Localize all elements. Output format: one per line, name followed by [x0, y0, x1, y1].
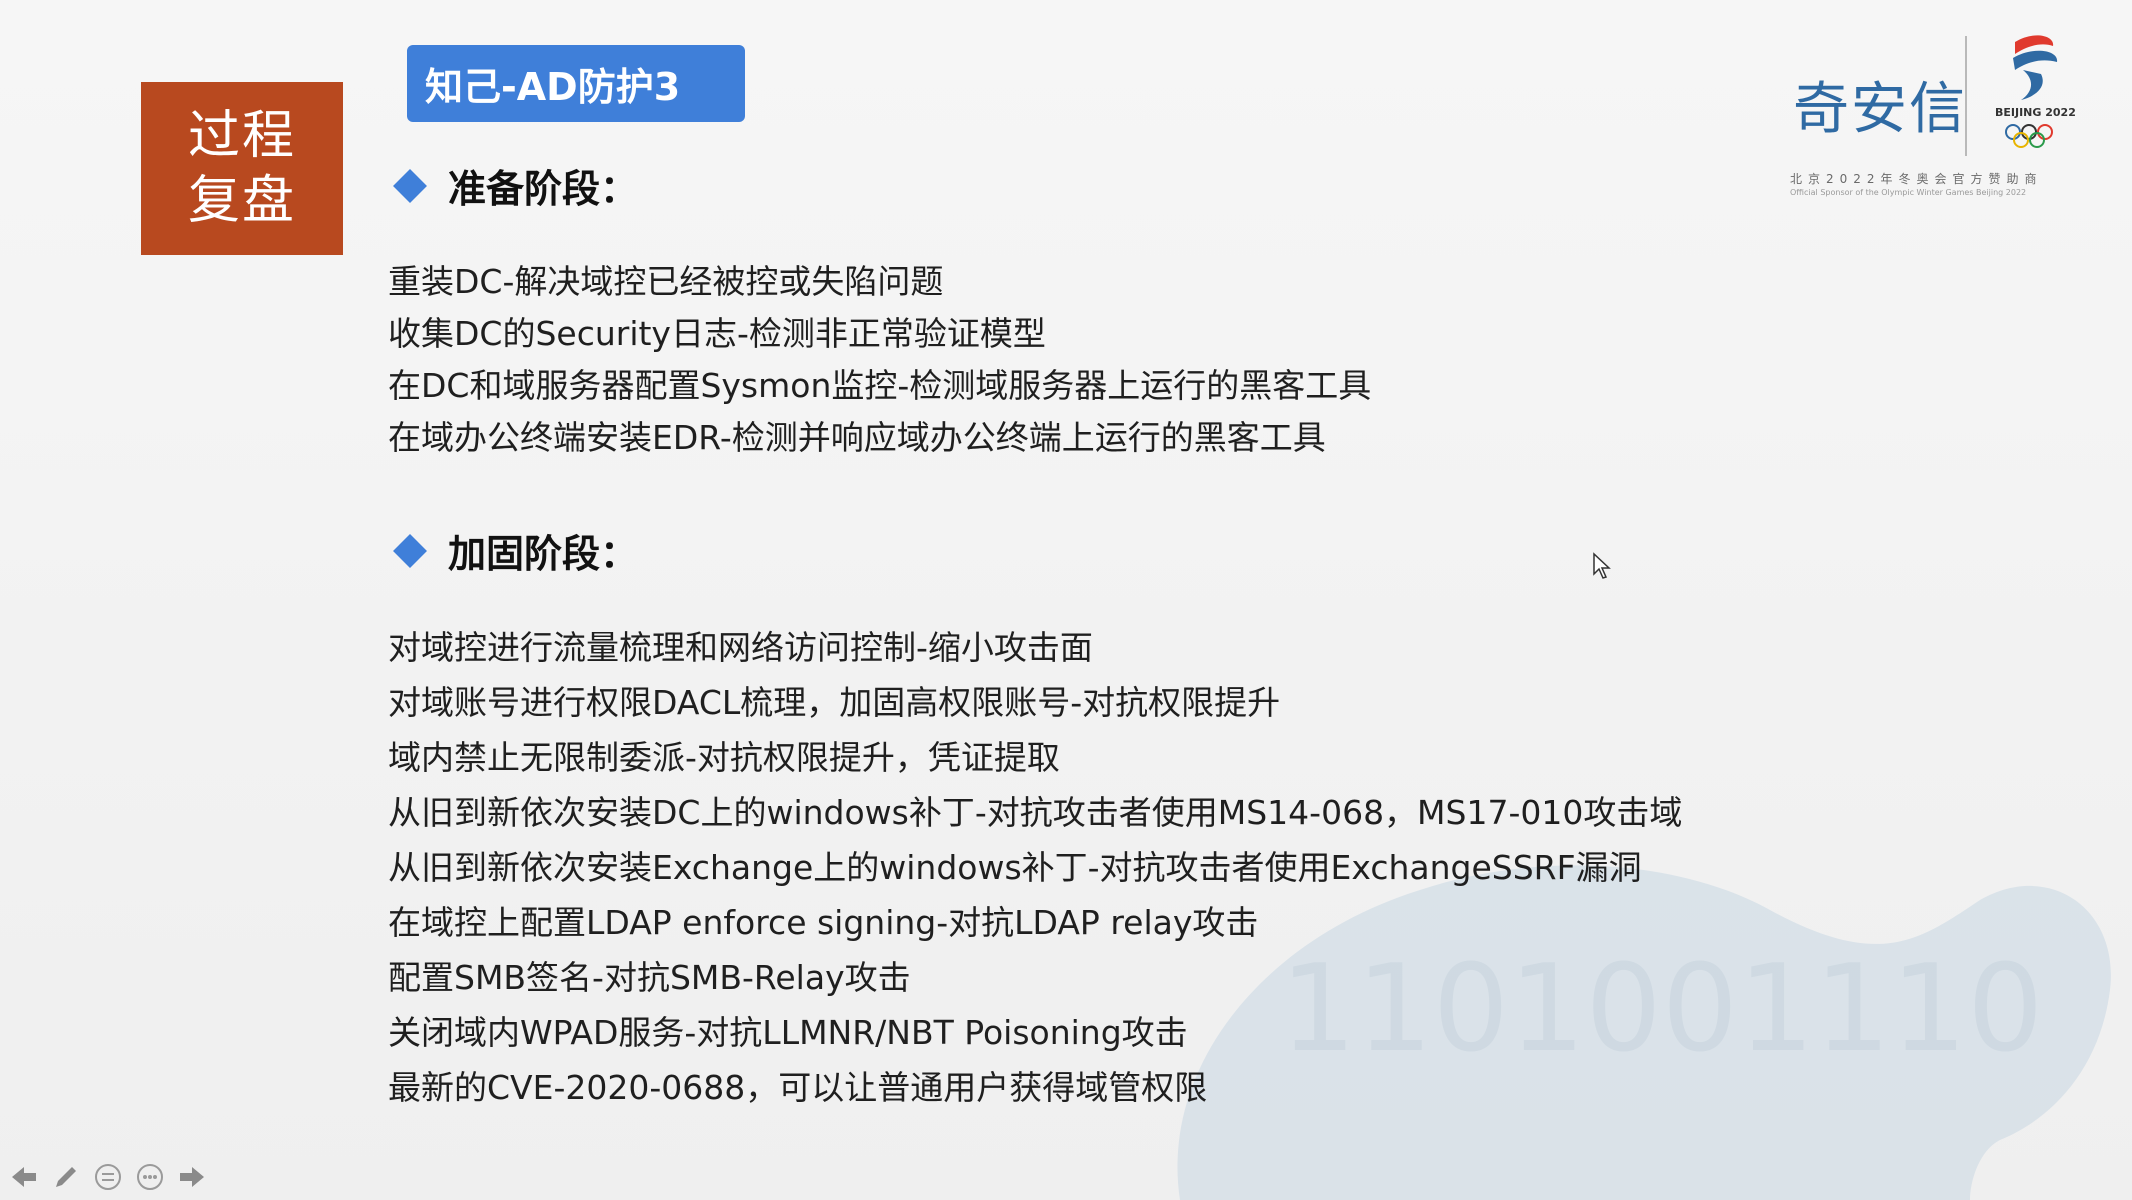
pen-icon[interactable] [50, 1161, 82, 1193]
emblem-text: BEIJING 2022 [1995, 106, 2076, 119]
brand-name: 奇安信 [1793, 77, 1967, 142]
list-item: 最新的CVE-2020-0688，可以让普通用户获得域管权限 [388, 1068, 1208, 1107]
list-item: 从旧到新依次安装DC上的windows补丁-对抗攻击者使用MS14-068，MS… [388, 793, 1683, 832]
logo-divider [1965, 36, 1967, 156]
more-icon[interactable] [134, 1161, 166, 1193]
list-item: 域内禁止无限制委派-对抗权限提升，凭证提取 [388, 738, 1060, 777]
sponsor-text-en: Official Sponsor of the Olympic Winter G… [1790, 188, 2027, 197]
menu-icon[interactable] [92, 1161, 124, 1193]
list-item: 对域控进行流量梳理和网络访问控制-缩小攻击面 [388, 628, 1093, 667]
slide: 1101001110 过程 复盘 知己-AD防护3 奇安信 BEIJING 20… [0, 0, 2132, 1200]
list-item: 收集DC的Security日志-检测非正常验证模型 [388, 314, 1046, 353]
sponsor-text-cn: 北京2022年冬奥会官方赞助商 [1790, 172, 2043, 186]
diamond-bullet-icon [393, 168, 427, 203]
olympic-emblem-icon: BEIJING 2022 [1975, 30, 2085, 160]
slide-title: 知己-AD防护3 [407, 45, 745, 122]
diamond-bullet-icon [393, 533, 427, 568]
section-badge: 过程 复盘 [141, 82, 343, 255]
harden-list: 对域控进行流量梳理和网络访问控制-缩小攻击面 对域账号进行权限DACL梳理，加固… [388, 620, 1682, 1115]
next-arrow-icon[interactable] [176, 1161, 208, 1193]
section-heading-text: 准备阶段： [448, 167, 639, 211]
list-item: 关闭域内WPAD服务-对抗LLMNR/NBT Poisoning攻击 [388, 1013, 1188, 1052]
list-item: 对域账号进行权限DACL梳理，加固高权限账号-对抗权限提升 [388, 683, 1281, 722]
list-item: 从旧到新依次安装Exchange上的windows补丁-对抗攻击者使用Excha… [388, 848, 1642, 887]
list-item: 重装DC-解决域控已经被控或失陷问题 [388, 262, 944, 301]
list-item: 在DC和域服务器配置Sysmon监控-检测域服务器上运行的黑客工具 [388, 366, 1372, 405]
mouse-cursor-icon [1593, 552, 1611, 579]
section-heading-harden: 加固阶段： [392, 523, 638, 578]
badge-line-1: 过程 [187, 105, 296, 166]
list-item: 配置SMB签名-对抗SMB-Relay攻击 [388, 958, 911, 997]
company-logo: 奇安信 BEIJING 2022 北京2022年冬奥会官方赞助商 Officia… [1785, 26, 2085, 206]
section-heading-text: 加固阶段： [448, 532, 639, 576]
section-heading-prepare: 准备阶段： [392, 158, 638, 213]
list-item: 在域办公终端安装EDR-检测并响应域办公终端上运行的黑客工具 [388, 418, 1326, 457]
prev-arrow-icon[interactable] [8, 1161, 40, 1193]
badge-line-2: 复盘 [187, 170, 296, 231]
slide-controls [8, 1160, 208, 1194]
list-item: 在域控上配置LDAP enforce signing-对抗LDAP relay攻… [388, 903, 1259, 942]
prepare-list: 重装DC-解决域控已经被控或失陷问题 收集DC的Security日志-检测非正常… [388, 256, 1371, 464]
